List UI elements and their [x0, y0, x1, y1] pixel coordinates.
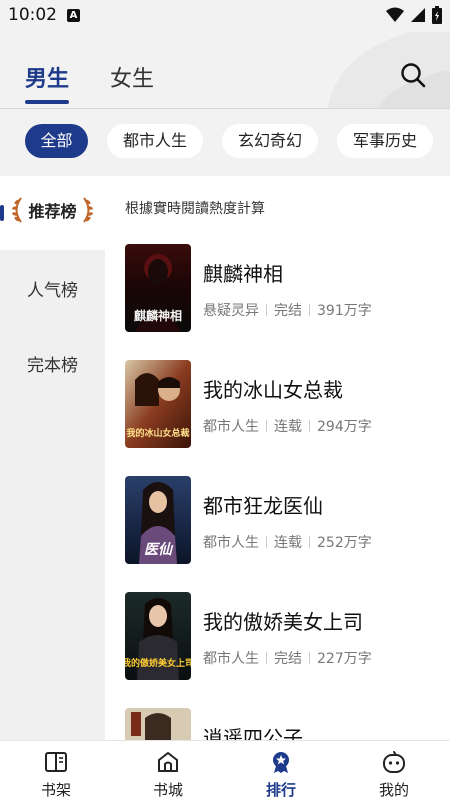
- book-cover: 我的傲娇美女上司: [125, 592, 191, 680]
- ranking-list: 根據實時閱讀熱度計算 麒麟神相 麒麟神相 悬疑灵异 完结 391万字 我的冰山女…: [105, 176, 450, 740]
- book-cover: [125, 708, 191, 740]
- chip-urban[interactable]: 都市人生: [107, 124, 203, 158]
- book-status: 完结: [274, 303, 302, 319]
- book-status: 完结: [274, 651, 302, 667]
- ranking-note: 根據實時閱讀熱度計算: [125, 201, 265, 217]
- book-genre: 悬疑灵异: [203, 303, 259, 319]
- book-genre: 都市人生: [203, 651, 259, 667]
- meta-separator: [309, 652, 310, 664]
- book-cover: 医仙: [125, 476, 191, 564]
- chip-fantasy[interactable]: 玄幻奇幻: [222, 124, 318, 158]
- tab-female-label: 女生: [110, 67, 155, 92]
- book-meta: 都市人生 完结 227万字: [203, 648, 372, 668]
- notification-a-icon: A: [67, 9, 80, 22]
- book-words: 391万字: [317, 303, 372, 319]
- book-meta: 都市人生 连载 252万字: [203, 532, 372, 552]
- nav-ranking[interactable]: 排行: [225, 741, 337, 801]
- nav-label: 书城: [152, 781, 183, 799]
- meta-separator: [266, 652, 267, 664]
- meta-separator: [309, 304, 310, 316]
- nav-label: 排行: [265, 781, 296, 799]
- book-item[interactable]: 逍遥四公子: [125, 708, 445, 740]
- book-item[interactable]: 我的冰山女总裁 我的冰山女总裁 都市人生 连载 294万字: [125, 360, 445, 450]
- book-status: 连载: [274, 419, 302, 435]
- chip-military[interactable]: 军事历史: [337, 124, 433, 158]
- book-words: 294万字: [317, 419, 372, 435]
- sidebar-item-popular[interactable]: 人气榜: [0, 276, 105, 301]
- book-cover: 麒麟神相: [125, 244, 191, 332]
- bottom-nav: 书架 书城 排行 我的: [0, 740, 450, 801]
- signal-icon: [411, 8, 425, 22]
- top-header: 男生 女生: [0, 32, 450, 108]
- book-title: 我的冰山女总裁: [203, 378, 343, 402]
- sidebar-item-label: 推荐榜: [28, 202, 77, 221]
- meta-separator: [266, 536, 267, 548]
- nav-bookstore[interactable]: 书城: [112, 741, 224, 801]
- meta-separator: [309, 420, 310, 432]
- header-divider: [0, 108, 450, 109]
- rank-icon: [273, 752, 289, 773]
- store-icon: [158, 752, 178, 772]
- status-bar: 10:02 A: [0, 0, 450, 32]
- wifi-icon: [386, 7, 404, 22]
- sidebar-item-completed[interactable]: 完本榜: [0, 351, 105, 376]
- search-icon[interactable]: [400, 62, 426, 88]
- tab-female[interactable]: 女生: [110, 61, 154, 93]
- cover-title: 我的冰山女总裁: [126, 427, 189, 439]
- tab-male-label: 男生: [25, 67, 70, 92]
- book-title: 都市狂龙医仙: [203, 494, 323, 518]
- status-right: [386, 6, 442, 24]
- cover-title: 麒麟神相: [134, 308, 182, 323]
- laurel-right-icon: [82, 197, 93, 223]
- book-title: 麒麟神相: [203, 262, 283, 286]
- active-tab-underline: [25, 100, 70, 104]
- nav-label: 书架: [40, 781, 71, 799]
- ranking-sidebar: 推荐榜 人气榜 完本榜: [0, 176, 105, 740]
- book-meta: 都市人生 连载 294万字: [203, 416, 372, 436]
- chip-all[interactable]: 全部: [25, 124, 88, 158]
- book-genre: 都市人生: [203, 535, 259, 551]
- nav-label: 我的: [378, 781, 409, 799]
- book-item[interactable]: 我的傲娇美女上司 我的傲娇美女上司 都市人生 完结 227万字: [125, 592, 445, 682]
- nav-bookshelf[interactable]: 书架: [0, 741, 112, 801]
- battery-icon: [432, 6, 442, 24]
- sidebar-item-recommend[interactable]: 推荐榜: [0, 176, 105, 250]
- meta-separator: [266, 420, 267, 432]
- book-meta: 悬疑灵异 完结 391万字: [203, 300, 372, 320]
- category-chips: 全部 都市人生 玄幻奇幻 军事历史: [0, 124, 450, 162]
- book-title: 我的傲娇美女上司: [203, 610, 363, 634]
- book-title: 逍遥四公子: [203, 726, 303, 740]
- meta-separator: [266, 304, 267, 316]
- profile-icon: [383, 751, 405, 773]
- cover-title: 医仙: [144, 541, 174, 558]
- book-words: 227万字: [317, 651, 372, 667]
- laurel-left-icon: [12, 197, 23, 223]
- book-item[interactable]: 医仙 都市狂龙医仙 都市人生 连载 252万字: [125, 476, 445, 566]
- status-time: 10:02: [8, 5, 57, 25]
- book-genre: 都市人生: [203, 419, 259, 435]
- recommend-label-row: 推荐榜: [0, 196, 105, 224]
- meta-separator: [309, 536, 310, 548]
- tab-male[interactable]: 男生: [25, 61, 70, 104]
- book-item[interactable]: 麒麟神相 麒麟神相 悬疑灵异 完结 391万字: [125, 244, 445, 334]
- book-cover: 我的冰山女总裁: [125, 360, 191, 448]
- nav-profile[interactable]: 我的: [338, 741, 450, 801]
- cover-title: 我的傲娇美女上司: [125, 657, 191, 669]
- book-icon: [45, 752, 67, 772]
- book-status: 连载: [274, 535, 302, 551]
- book-words: 252万字: [317, 535, 372, 551]
